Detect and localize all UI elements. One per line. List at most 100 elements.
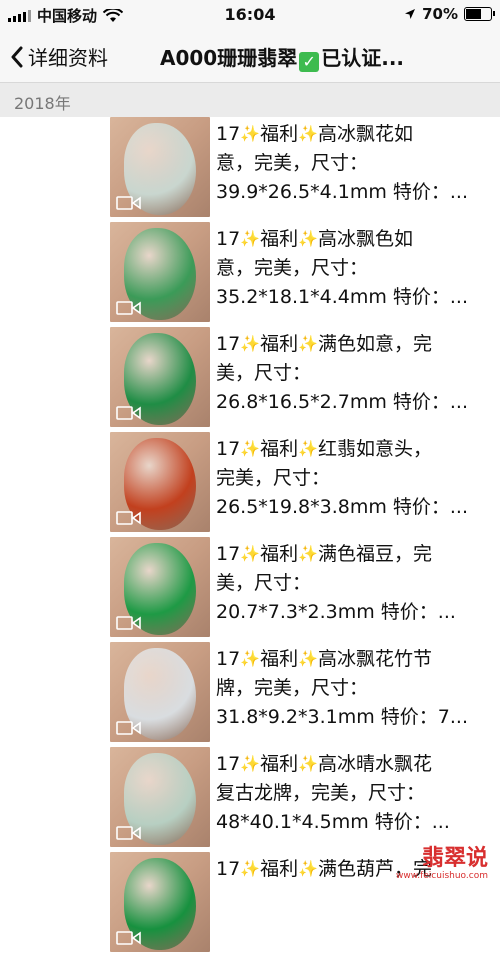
caption-tag: 福利 (260, 543, 299, 565)
video-thumbnail[interactable] (110, 222, 210, 322)
battery-icon (464, 7, 495, 21)
video-camera-icon (116, 301, 141, 315)
caption-number: 17 (216, 438, 241, 460)
caption-title: 红翡如意头， (318, 438, 433, 460)
sparkle-icon: ✨ (298, 649, 319, 668)
feed-item-caption: 17✨福利✨满色如意，完 美，尺寸： 26.8*16.5*2.7mm 特价：... (216, 329, 490, 417)
sparkle-icon: ✨ (298, 229, 319, 248)
caption-tag: 福利 (260, 438, 299, 460)
caption-number: 17 (216, 333, 241, 355)
caption-number: 17 (216, 123, 241, 145)
caption-line-3: 35.2*18.1*4.4mm 特价：... (216, 286, 469, 308)
caption-title: 高冰飘色如 (318, 228, 414, 250)
video-camera-icon (116, 511, 141, 525)
sparkle-icon: ✨ (240, 439, 261, 458)
caption-title: 高冰晴水飘花 (318, 753, 433, 775)
watermark-url: www.feicuishuo.com (395, 871, 488, 881)
sparkle-icon: ✨ (240, 649, 261, 668)
title-name: A000珊珊翡翠 (160, 46, 298, 70)
sparkle-icon: ✨ (240, 544, 261, 563)
caption-line-1: 17✨福利✨满色如意，完 (216, 329, 490, 359)
caption-line-3: 39.9*26.5*4.1mm 特价：... (216, 181, 469, 203)
battery-percent: 70% (422, 5, 458, 23)
sparkle-icon: ✨ (298, 124, 319, 143)
status-bar: 中国移动 16:04 70% (0, 0, 500, 30)
video-thumbnail[interactable] (110, 747, 210, 847)
video-thumbnail[interactable] (110, 327, 210, 427)
sparkle-icon: ✨ (298, 859, 319, 878)
caption-line-1: 17✨福利✨高冰飘花竹节 (216, 644, 490, 674)
caption-line-3: 26.5*19.8*3.8mm 特价：... (216, 496, 469, 518)
caption-line-3: 26.8*16.5*2.7mm 特价：... (216, 391, 469, 413)
caption-number: 17 (216, 858, 241, 880)
feed-item-caption: 17✨福利✨高冰飘花如 意，完美，尺寸： 39.9*26.5*4.1mm 特价：..… (216, 119, 490, 207)
caption-line-1: 17✨福利✨满色福豆，完 (216, 539, 490, 569)
watermark: 翡翠说 www.feicuishuo.com (395, 846, 488, 882)
caption-line-1: 17✨福利✨高冰飘花如 (216, 119, 490, 149)
caption-tag: 福利 (260, 753, 299, 775)
feed-item[interactable]: 17✨福利✨红翡如意头， 完美，尺寸： 26.5*19.8*3.8mm 特价：... (0, 430, 500, 534)
caption-tag: 福利 (260, 123, 299, 145)
feed-item-caption: 17✨福利✨满色福豆，完 美，尺寸： 20.7*7.3*2.3mm 特价：... (216, 539, 490, 627)
caption-title: 满色如意，完 (318, 333, 433, 355)
feed-item-caption: 17✨福利✨高冰飘花竹节 牌，完美，尺寸： 31.8*9.2*3.1mm 特价：7.… (216, 644, 490, 732)
caption-number: 17 (216, 648, 241, 670)
caption-number: 17 (216, 543, 241, 565)
feed-item[interactable]: 17✨福利✨高冰飘花竹节 牌，完美，尺寸： 31.8*9.2*3.1mm 特价：7.… (0, 640, 500, 744)
back-label: 详细资料 (28, 46, 108, 70)
caption-line-2: 意，完美，尺寸： (216, 152, 369, 174)
caption-line-1: 17✨福利✨高冰晴水飘花 (216, 749, 490, 779)
caption-line-1: 17✨福利✨高冰飘色如 (216, 224, 490, 254)
sparkle-icon: ✨ (240, 124, 261, 143)
feed-item-caption: 17✨福利✨高冰晴水飘花 复古龙牌，完美，尺寸： 48*40.1*4.5mm 特价：… (216, 749, 490, 837)
year-section-header: 2018年 (0, 83, 500, 117)
year-label: 2018年 (14, 94, 71, 113)
caption-tag: 福利 (260, 228, 299, 250)
feed-item[interactable]: 17✨福利✨高冰飘色如 意，完美，尺寸： 35.2*18.1*4.4mm 特价：..… (0, 220, 500, 324)
video-thumbnail[interactable] (110, 432, 210, 532)
sparkle-icon: ✨ (298, 334, 319, 353)
caption-title: 满色福豆，完 (318, 543, 433, 565)
caption-line-3: 48*40.1*4.5mm 特价：... (216, 811, 450, 833)
video-camera-icon (116, 931, 141, 945)
video-camera-icon (116, 721, 141, 735)
page-title: A000珊珊翡翠 ✓ 已认证... (160, 42, 490, 72)
caption-tag: 福利 (260, 858, 299, 880)
caption-line-2: 美，尺寸： (216, 362, 312, 384)
feed-item[interactable]: 17✨福利✨满色福豆，完 美，尺寸： 20.7*7.3*2.3mm 特价：... (0, 535, 500, 639)
video-camera-icon (116, 406, 141, 420)
caption-title: 高冰飘花如 (318, 123, 414, 145)
checkmark-icon: ✓ (299, 52, 320, 72)
caption-line-1: 17✨福利✨红翡如意头， (216, 434, 490, 464)
caption-number: 17 (216, 228, 241, 250)
caption-number: 17 (216, 753, 241, 775)
video-thumbnail[interactable] (110, 852, 210, 952)
sparkle-icon: ✨ (298, 544, 319, 563)
feed-item[interactable]: 17✨福利✨满色如意，完 美，尺寸： 26.8*16.5*2.7mm 特价：... (0, 325, 500, 429)
title-status: 已认证... (321, 46, 405, 70)
feed-item[interactable]: 17✨福利✨高冰晴水飘花 复古龙牌，完美，尺寸： 48*40.1*4.5mm 特价：… (0, 745, 500, 849)
video-thumbnail[interactable] (110, 537, 210, 637)
back-button[interactable]: 详细资料 (10, 42, 108, 71)
sparkle-icon: ✨ (298, 754, 319, 773)
chevron-left-icon (11, 46, 23, 67)
caption-tag: 福利 (260, 648, 299, 670)
sparkle-icon: ✨ (298, 439, 319, 458)
caption-title: 高冰飘花竹节 (318, 648, 433, 670)
watermark-title: 翡翠说 (421, 846, 488, 871)
feed-item-caption: 17✨福利✨红翡如意头， 完美，尺寸： 26.5*19.8*3.8mm 特价：... (216, 434, 490, 522)
sparkle-icon: ✨ (240, 229, 261, 248)
caption-line-2: 美，尺寸： (216, 572, 312, 594)
caption-line-2: 复古龙牌，完美，尺寸： (216, 782, 426, 804)
caption-line-2: 意，完美，尺寸： (216, 257, 369, 279)
caption-line-2: 牌，完美，尺寸： (216, 677, 369, 699)
caption-line-3: 20.7*7.3*2.3mm 特价：... (216, 601, 456, 623)
location-arrow-icon (405, 9, 416, 19)
caption-line-2: 完美，尺寸： (216, 467, 331, 489)
nav-bar: 详细资料 A000珊珊翡翠 ✓ 已认证... (0, 30, 500, 83)
feed-item[interactable]: 17✨福利✨高冰飘花如 意，完美，尺寸： 39.9*26.5*4.1mm 特价：..… (0, 115, 500, 219)
feed-item-caption: 17✨福利✨高冰飘色如 意，完美，尺寸： 35.2*18.1*4.4mm 特价：..… (216, 224, 490, 312)
video-thumbnail[interactable] (110, 117, 210, 217)
sparkle-icon: ✨ (240, 859, 261, 878)
video-thumbnail[interactable] (110, 642, 210, 742)
